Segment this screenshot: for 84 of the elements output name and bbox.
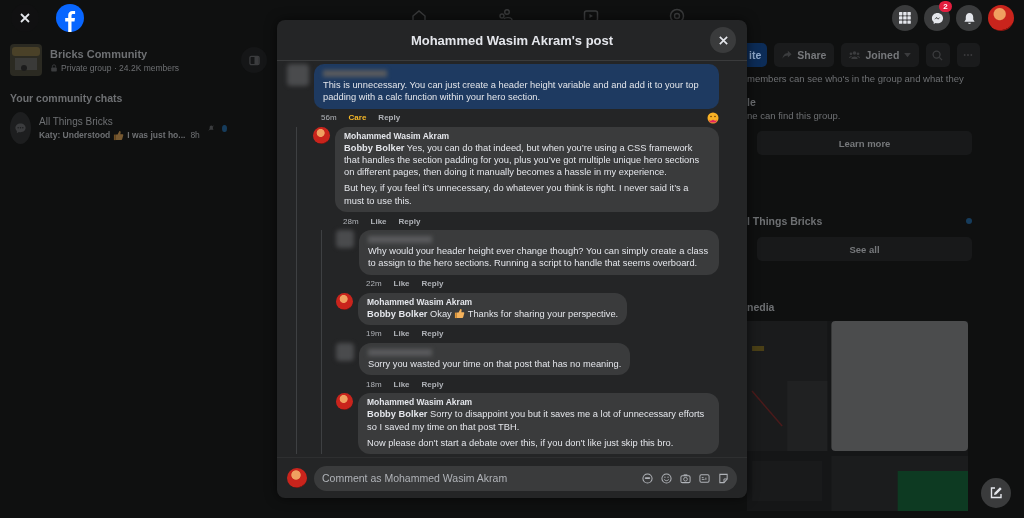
search-icon (932, 49, 944, 61)
reaction-link[interactable]: Like (393, 379, 410, 389)
privacy-text: members can see who's in the group and what they (747, 73, 965, 84)
people-icon (849, 50, 861, 60)
comment-time: 19m (366, 329, 382, 339)
comment-text: Bobby Bolker Okay (367, 308, 452, 319)
reply-link[interactable]: Reply (378, 113, 401, 123)
invite-button[interactable]: ite (747, 43, 768, 67)
sticker-icon[interactable] (718, 472, 729, 484)
caret-icon (904, 52, 912, 58)
group-meta: Private group · 24.2K members (61, 62, 180, 73)
learn-more-button[interactable]: Learn more (757, 131, 972, 155)
close-button[interactable] (710, 27, 736, 53)
avatar[interactable] (313, 126, 330, 144)
reply-link[interactable]: Reply (421, 279, 444, 289)
grid-icon (899, 12, 911, 24)
reply-link[interactable]: Reply (421, 379, 444, 389)
comment-field[interactable]: Comment as Mohammed Wasim Akram (314, 465, 737, 491)
avatar-sticker-icon[interactable] (642, 472, 653, 484)
reaction-link[interactable]: Care (348, 113, 367, 123)
comment-text: Thanks for sharing your perspective. (467, 308, 619, 319)
camera-icon[interactable] (680, 472, 691, 484)
reaction-link[interactable]: Like (370, 216, 387, 226)
profile-avatar[interactable] (988, 5, 1014, 31)
emoji-icon[interactable] (661, 472, 672, 484)
logo-icon[interactable] (56, 4, 84, 32)
comment-time: 18m (366, 379, 382, 389)
notifications-button[interactable] (956, 5, 982, 31)
section-heading: nedia (747, 301, 776, 313)
messenger-button[interactable] (924, 5, 950, 31)
chat-bubble-icon (930, 11, 944, 25)
chat-preview: Katy: Understood (39, 130, 111, 140)
chat-bubble-icon (14, 121, 27, 135)
comment-text: Bobby Bolker Sorry to disappoint you but it saves me a lot of unnecessary efforts so I saved my time on that post TBH. (367, 408, 706, 433)
lock-icon (50, 63, 58, 72)
comment-text: Bobby Bolker Yes, you can do that indeed, but when you’re using a CSS framework that handles the section padding for you, plus you’ve got multiple unique hero sections on different pages, then doing it manually becomes a hassle in my experience. (344, 141, 701, 179)
reaction-link[interactable]: Like (393, 329, 410, 339)
blurred-name (368, 348, 432, 356)
reply-link[interactable]: Reply (421, 329, 444, 339)
new-message-button[interactable] (981, 478, 1011, 508)
blurred-name (323, 70, 387, 77)
visibility-text: ne can find this group. (747, 110, 842, 121)
joined-button[interactable]: Joined (841, 43, 920, 67)
comment-text: Sorry you wasted your time on that post that has no meaning. (368, 357, 622, 371)
thumbs-up-icon (454, 307, 466, 319)
group-name[interactable]: Bricks Community (50, 47, 233, 60)
avatar[interactable] (336, 292, 353, 310)
menu-button[interactable] (892, 5, 918, 31)
comment-author[interactable]: Mohammed Wasim Akram (367, 296, 619, 308)
dialog-title: Mohammed Wasim Akram's post (410, 32, 614, 48)
comment-time: 56m (321, 113, 337, 123)
section-heading: Your community chats (10, 92, 124, 104)
avatar[interactable] (287, 468, 307, 488)
chat-item[interactable]: All Things Bricks Katy: Understood I was just ho... 8h (10, 112, 267, 144)
comment-text: But hey, if you feel it’s unnecessary, do whatever you think is right. I never said it’s a must to use this. (344, 182, 690, 208)
comment-time: 22m (366, 279, 382, 289)
comment-input[interactable]: Comment as Mohammed Wasim Akram (322, 472, 642, 484)
comment-text: This is unnecessary. You can just create a header height variable and and add it to your top padding with a calc function within your hero section. (323, 79, 700, 104)
panel-icon (248, 54, 260, 66)
chat-time: 8h (190, 130, 200, 140)
share-arrow-icon (782, 50, 793, 60)
comment-author[interactable]: Mohammed Wasim Akram (344, 130, 710, 142)
blurred-name (368, 236, 432, 244)
avatar[interactable] (336, 393, 353, 411)
reply-link[interactable]: Reply (398, 216, 421, 226)
close-icon (717, 34, 729, 46)
chat-preview: I was just ho... (127, 130, 186, 140)
comment-time: 28m (343, 216, 359, 226)
reaction-link[interactable]: Like (393, 279, 410, 289)
chat-name[interactable]: l Things Bricks (747, 215, 823, 227)
bell-icon (962, 11, 976, 25)
thumbs-up-icon (113, 129, 125, 141)
share-button[interactable]: Share (774, 43, 835, 67)
close-icon (19, 12, 31, 24)
notification-badge: 2 (939, 1, 952, 12)
see-all-button[interactable]: See all (757, 237, 972, 261)
edit-icon (989, 486, 1003, 500)
comment-text: Now please don't start a debate over this, if you don't like just skip this bro. (367, 436, 675, 450)
gif-icon[interactable] (699, 472, 710, 484)
chat-name: All Things Bricks (39, 115, 114, 127)
comment-text: Why would your header height ever change though? You can simply create a class to assign to the hero sections. Running a script to handle that seems overboard. (368, 245, 710, 270)
comment-author[interactable]: Mohammed Wasim Akram (367, 397, 710, 409)
visibility-title: le (747, 96, 757, 108)
hug-emoji-icon[interactable] (707, 111, 719, 124)
